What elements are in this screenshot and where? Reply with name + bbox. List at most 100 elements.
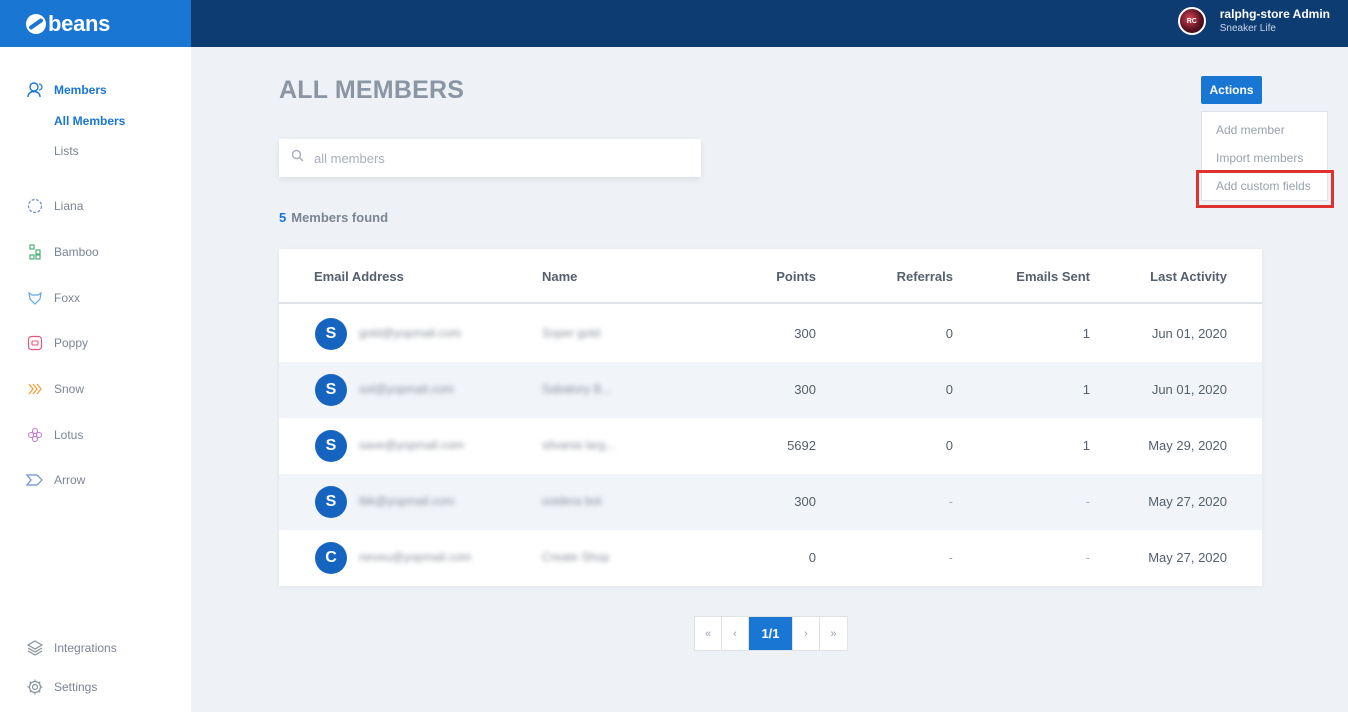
search-box: [279, 139, 701, 177]
sidebar-item-label: Foxx: [54, 291, 81, 305]
sidebar-item-integrations[interactable]: Integrations: [26, 639, 117, 657]
member-points: 0: [808, 550, 816, 565]
sidebar-item-snow[interactable]: Snow: [26, 380, 84, 398]
member-points: 300: [794, 494, 816, 509]
member-avatar: S: [315, 430, 347, 462]
foxx-icon: [26, 289, 44, 307]
header-name[interactable]: Name: [542, 269, 577, 284]
sidebar-item-poppy[interactable]: Poppy: [26, 334, 88, 352]
member-name: Sabatory B...: [542, 382, 612, 396]
menu-item-add-member[interactable]: Add member: [1216, 123, 1285, 137]
members-table: Email Address Name Points Referrals Emai…: [279, 249, 1262, 586]
member-name: soidera bot: [542, 494, 602, 508]
table-row[interactable]: S sol@yopmail.com Sabatory B... 300 0 1 …: [279, 362, 1262, 418]
sidebar-item-bamboo[interactable]: Bamboo: [26, 243, 99, 261]
member-last-activity: May 27, 2020: [1148, 494, 1227, 509]
members-found: 5 Members found: [279, 210, 388, 225]
table-header: Email Address Name Points Referrals Emai…: [279, 249, 1262, 304]
member-avatar: S: [315, 486, 347, 518]
members-count: 5: [279, 210, 287, 225]
member-referrals: -: [948, 550, 953, 565]
member-name: Create Shop: [542, 550, 610, 564]
sidebar-item-arrow[interactable]: Arrow: [26, 471, 85, 489]
member-last-activity: May 27, 2020: [1148, 550, 1227, 565]
top-bar: beans RC ralphg-store Admin Sneaker Life: [0, 0, 1348, 47]
user-name: ralphg-store Admin: [1219, 7, 1330, 21]
sidebar-item-settings[interactable]: Settings: [26, 678, 97, 696]
search-icon: [291, 149, 304, 167]
sidebar-item-lotus[interactable]: Lotus: [26, 426, 83, 444]
member-avatar: S: [315, 374, 347, 406]
member-emails-sent: 1: [1082, 382, 1090, 397]
member-avatar: S: [315, 318, 347, 350]
menu-item-import-members[interactable]: Import members: [1216, 151, 1303, 165]
header-referrals[interactable]: Referrals: [897, 269, 953, 284]
page-title: ALL MEMBERS: [279, 76, 465, 104]
members-icon: [26, 81, 44, 99]
poppy-icon: [26, 334, 44, 352]
sidebar-item-liana[interactable]: Liana: [26, 197, 83, 215]
member-last-activity: May 29, 2020: [1148, 438, 1227, 453]
member-emails-sent: -: [1085, 494, 1090, 509]
member-points: 300: [794, 326, 816, 341]
bamboo-icon: [26, 243, 44, 261]
pagination-prev-button[interactable]: ‹: [722, 617, 749, 650]
sidebar-item-members[interactable]: Members: [26, 81, 107, 99]
member-points: 5692: [787, 438, 816, 453]
store-name: Sneaker Life: [1219, 23, 1276, 34]
member-referrals: 0: [945, 438, 953, 453]
avatar[interactable]: RC: [1177, 7, 1206, 35]
sidebar-subitem-all-members[interactable]: All Members: [54, 114, 125, 128]
liana-icon: [26, 197, 44, 215]
member-emails-sent: 1: [1082, 326, 1090, 341]
lotus-icon: [26, 426, 44, 444]
user-menu[interactable]: RC ralphg-store Admin Sneaker Life: [1177, 7, 1330, 35]
sidebar-subitem-lists[interactable]: Lists: [54, 144, 79, 158]
member-referrals: 0: [945, 382, 953, 397]
member-email: tbk@yopmail.com: [359, 494, 455, 508]
sidebar-item-label: Snow: [54, 382, 85, 396]
sidebar-item-foxx[interactable]: Foxx: [26, 289, 80, 307]
pagination-next-button[interactable]: ›: [793, 617, 820, 650]
member-last-activity: Jun 01, 2020: [1151, 382, 1227, 397]
member-email: save@yopmail.com: [359, 438, 464, 452]
member-email: neveu@yopmail.com: [359, 550, 472, 564]
sidebar-item-label: Arrow: [54, 473, 86, 487]
sidebar-item-label: Settings: [54, 680, 98, 694]
header-emails-sent[interactable]: Emails Sent: [1016, 269, 1090, 284]
table-row[interactable]: S tbk@yopmail.com soidera bot 300 - - Ma…: [279, 474, 1262, 530]
member-emails-sent: 1: [1082, 438, 1090, 453]
pagination-current-page[interactable]: 1/1: [749, 617, 793, 650]
member-name: silvania larg...: [542, 438, 616, 452]
member-name: Soper gold: [542, 326, 601, 340]
table-row[interactable]: S save@yopmail.com silvania larg... 5692…: [279, 418, 1262, 474]
sidebar-item-label: Bamboo: [54, 245, 99, 259]
member-avatar: C: [315, 542, 347, 574]
member-points: 300: [794, 382, 816, 397]
member-emails-sent: -: [1085, 550, 1090, 565]
brand-logo[interactable]: beans: [0, 0, 191, 47]
sidebar-item-label: Liana: [54, 199, 84, 213]
members-found-label: Members found: [291, 210, 389, 225]
sidebar-item-label: Poppy: [54, 336, 89, 350]
header-last-activity[interactable]: Last Activity: [1150, 269, 1227, 284]
table-row[interactable]: S gold@yopmail.com Soper gold 300 0 1 Ju…: [279, 306, 1262, 362]
member-referrals: -: [948, 494, 953, 509]
header-email[interactable]: Email Address: [314, 269, 404, 284]
snow-icon: [26, 380, 44, 398]
member-referrals: 0: [945, 326, 953, 341]
actions-button[interactable]: Actions: [1201, 76, 1262, 104]
search-input[interactable]: [314, 150, 674, 166]
highlight-box: [1196, 170, 1334, 208]
member-email: gold@yopmail.com: [359, 326, 462, 340]
gear-icon: [26, 678, 44, 696]
table-row[interactable]: C neveu@yopmail.com Create Shop 0 - - Ma…: [279, 530, 1262, 586]
pagination-last-button[interactable]: »: [820, 617, 847, 650]
header-points[interactable]: Points: [776, 269, 816, 284]
sidebar-item-label: Integrations: [54, 641, 117, 655]
arrow-icon: [26, 471, 44, 489]
layers-icon: [26, 639, 44, 657]
pagination-first-button[interactable]: «: [695, 617, 722, 650]
pagination: « ‹ 1/1 › »: [694, 616, 848, 651]
beans-logo-icon: [26, 13, 46, 34]
